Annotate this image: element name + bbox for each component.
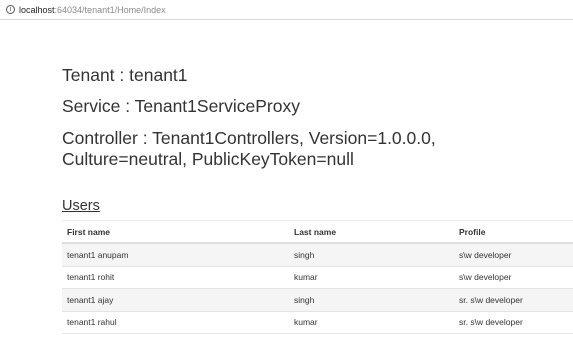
cell-first-name: tenant1 ajay xyxy=(62,288,289,311)
url-path: :64034/tenant1/Home/Index xyxy=(54,4,166,15)
table-header-row: First name Last name Profile xyxy=(62,220,573,244)
tenant-line: Tenant : tenant1 xyxy=(62,65,188,85)
header-last-name: Last name xyxy=(289,220,454,244)
cell-first-name: tenant1 rohit xyxy=(62,265,289,289)
table-row: tenant1 anupam singh s\w developer xyxy=(62,242,573,266)
service-line: Service : Tenant1ServiceProxy xyxy=(62,96,300,116)
url-text[interactable]: localhost:64034/tenant1/Home/Index xyxy=(19,5,166,15)
users-heading[interactable]: Users xyxy=(62,198,100,214)
cell-last-name: singh xyxy=(289,288,454,311)
cell-first-name: tenant1 rahul xyxy=(62,310,289,334)
table-row: tenant1 rohit kumar s\w developer xyxy=(62,265,573,289)
controller-line: Controller : Tenant1Controllers, Version… xyxy=(62,128,436,169)
cell-profile: sr. s\w developer xyxy=(454,288,573,311)
cell-profile: s\w developer xyxy=(454,265,573,289)
header-first-name: First name xyxy=(62,220,289,244)
table-row: tenant1 ajay singh sr. s\w developer xyxy=(62,288,573,311)
header-profile: Profile xyxy=(454,220,573,244)
cell-first-name: tenant1 anupam xyxy=(62,242,289,266)
cell-last-name: singh xyxy=(289,242,454,266)
address-bar[interactable]: i localhost:64034/tenant1/Home/Index xyxy=(0,0,573,20)
cell-profile: sr. s\w developer xyxy=(454,310,573,334)
info-icon[interactable]: i xyxy=(6,5,15,14)
table-row: tenant1 rahul kumar sr. s\w developer xyxy=(62,310,573,334)
cell-last-name: kumar xyxy=(289,265,454,289)
url-host: localhost xyxy=(19,4,55,15)
cell-profile: s\w developer xyxy=(454,242,573,266)
users-table: First name Last name Profile tenant1 anu… xyxy=(62,220,573,334)
cell-last-name: kumar xyxy=(289,310,454,334)
